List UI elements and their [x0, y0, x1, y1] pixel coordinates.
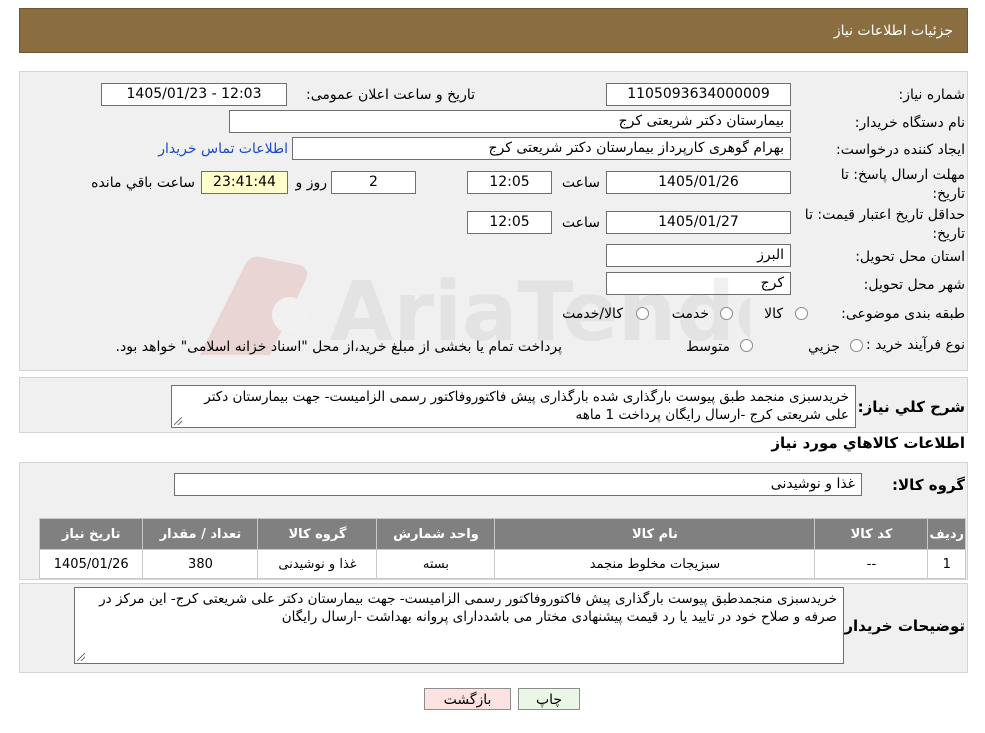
- category-radio-service[interactable]: [720, 307, 733, 320]
- validity-time-label: ساعت: [561, 215, 600, 231]
- deadline-time-field[interactable]: 12:05: [467, 171, 552, 194]
- days-remaining-field[interactable]: 2: [331, 171, 416, 194]
- back-button[interactable]: بازگشت: [424, 688, 511, 710]
- goods-group-label: گروه کالا:: [892, 476, 965, 494]
- process-option-medium: متوسط: [686, 339, 730, 355]
- requester-label: ایجاد کننده درخواست:: [836, 142, 965, 158]
- col-need-date: تاریخ نیاز: [38, 518, 144, 550]
- general-desc-text: خریدسبزی منجمد طبق پیوست بارگذاری شده با…: [204, 389, 849, 423]
- validity-date-field[interactable]: 1405/01/27: [606, 211, 791, 234]
- goods-table-header: ردیف کد کالا نام کالا واحد شمارش گروه کا…: [38, 518, 966, 550]
- process-label: نوع فرآیند خرید :: [866, 337, 965, 353]
- buyer-contact-link[interactable]: اطلاعات تماس خریدار: [158, 140, 288, 158]
- col-unit: واحد شمارش: [376, 518, 496, 550]
- goods-info-heading: اطلاعات کالاهاي مورد نیاز: [771, 434, 965, 452]
- city-label: شهر محل تحویل:: [863, 277, 965, 293]
- need-number-label: شماره نیاز:: [898, 87, 966, 103]
- category-option-goods-service: کالا/خدمت: [562, 306, 623, 322]
- deadline-label-line1: مهلت ارسال پاسخ: تا: [840, 167, 965, 183]
- treasury-note: پرداخت تمام یا بخشی از مبلغ خرید،از محل …: [115, 339, 562, 355]
- buyer-notes-label: توضیحات خریدار:: [838, 617, 965, 635]
- announce-datetime-label: تاریخ و ساعت اعلان عمومی:: [306, 87, 475, 103]
- announce-datetime-field[interactable]: 1405/01/23 - 12:03: [101, 83, 287, 106]
- col-group: گروه کالا: [257, 518, 378, 550]
- goods-group-field[interactable]: غذا و نوشیدنی: [174, 473, 862, 496]
- cell-item-code: --: [814, 549, 929, 579]
- category-radio-goods-service[interactable]: [636, 307, 649, 320]
- col-quantity: تعداد / مقدار: [142, 518, 259, 550]
- col-row-no: ردیف: [927, 518, 966, 550]
- days-and-label: روز و: [295, 175, 328, 191]
- buyer-org-field[interactable]: بیمارستان دکتر شریعتی کرج: [229, 110, 791, 133]
- cell-row-no: 1: [927, 549, 966, 579]
- process-radio-medium[interactable]: [740, 339, 753, 352]
- buyer-org-label: نام دستگاه خریدار:: [854, 115, 965, 131]
- validity-time-field[interactable]: 12:05: [467, 211, 552, 234]
- countdown-field: 23:41:44: [201, 171, 288, 194]
- page-header: جزئیات اطلاعات نیاز: [19, 8, 968, 53]
- page-title: جزئیات اطلاعات نیاز: [833, 23, 953, 39]
- category-option-service: خدمت: [671, 306, 709, 322]
- resize-grip-icon[interactable]: [77, 653, 85, 661]
- goods-table: ردیف کد کالا نام کالا واحد شمارش گروه کا…: [38, 518, 966, 579]
- deadline-label-line2: تاریخ:: [932, 186, 965, 202]
- cell-unit: بسته: [376, 549, 496, 579]
- general-desc-label: شرح کلي نیاز:: [857, 398, 965, 416]
- resize-grip-icon[interactable]: [174, 417, 182, 425]
- cell-group: غذا و نوشیدنی: [257, 549, 378, 579]
- category-option-goods: کالا: [764, 306, 783, 322]
- validity-label-line2: تاریخ:: [932, 226, 965, 242]
- buyer-notes-text: خریدسبزی منجمدطبق پیوست بارگذاری پیش فاک…: [99, 591, 837, 625]
- remaining-hours-label: ساعت باقي مانده: [91, 175, 195, 191]
- col-item-code: کد کالا: [814, 518, 929, 550]
- category-radio-goods[interactable]: [795, 307, 808, 320]
- category-label: طبقه بندی موضوعی:: [841, 306, 965, 322]
- print-button[interactable]: چاپ: [518, 688, 580, 710]
- deadline-time-label: ساعت: [561, 175, 600, 191]
- deadline-date-field[interactable]: 1405/01/26: [606, 171, 791, 194]
- col-item-name: نام کالا: [494, 518, 816, 550]
- process-option-minor: جزیي: [808, 339, 840, 355]
- validity-label-line1: حداقل تاریخ اعتبار قیمت: تا: [804, 207, 965, 223]
- general-desc-textarea[interactable]: خریدسبزی منجمد طبق پیوست بارگذاری شده با…: [171, 385, 856, 428]
- province-label: استان محل تحویل:: [855, 249, 965, 265]
- process-radio-minor[interactable]: [850, 339, 863, 352]
- cell-need-date: 1405/01/26: [38, 549, 144, 579]
- cell-quantity: 380: [142, 549, 259, 579]
- cell-item-name: سبزیجات مخلوط منجمد: [494, 549, 816, 579]
- need-number-field[interactable]: 1105093634000009: [606, 83, 791, 106]
- buyer-notes-textarea[interactable]: خریدسبزی منجمدطبق پیوست بارگذاری پیش فاک…: [74, 587, 844, 664]
- requester-field[interactable]: بهرام گوهری کارپرداز بیمارستان دکتر شریع…: [292, 137, 791, 160]
- table-row[interactable]: 1 -- سبزیجات مخلوط منجمد بسته غذا و نوشی…: [38, 549, 966, 579]
